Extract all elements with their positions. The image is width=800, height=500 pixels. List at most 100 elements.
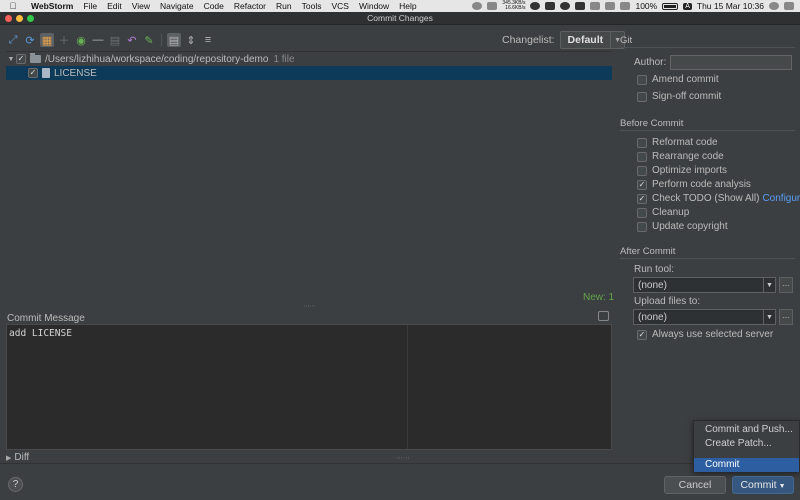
reformat-code-option[interactable]: Reformat code bbox=[637, 137, 718, 148]
wifi-icon[interactable] bbox=[605, 2, 616, 10]
input-source-indicator[interactable]: A bbox=[683, 2, 692, 10]
expand-arrow-icon[interactable]: ▼ bbox=[6, 56, 16, 63]
shelve-icon[interactable]: ▤ bbox=[108, 33, 122, 47]
status-app-icon[interactable] bbox=[472, 2, 483, 10]
run-tool-select[interactable]: (none) ▼ bbox=[633, 277, 776, 293]
after-commit-section-title: After Commit bbox=[620, 246, 676, 257]
amend-commit-option[interactable]: Amend commit bbox=[637, 74, 719, 85]
remove-icon[interactable]: — bbox=[91, 33, 105, 47]
check-todo-checkbox[interactable]: ✓ bbox=[637, 193, 647, 204]
window-controls bbox=[5, 15, 34, 22]
volume-icon[interactable] bbox=[620, 2, 631, 10]
run-tool-browse-button[interactable]: ... bbox=[779, 277, 793, 293]
file-name: LICENSE bbox=[54, 67, 97, 79]
upload-server-select[interactable]: (none) ▼ bbox=[633, 309, 776, 325]
always-use-server-checkbox[interactable]: ✓ bbox=[637, 329, 647, 340]
perform-code-analysis-checkbox[interactable]: ✓ bbox=[637, 179, 647, 190]
apple-menu-icon[interactable]:  bbox=[0, 1, 26, 11]
chevron-down-icon[interactable]: ▼ bbox=[763, 278, 775, 292]
optimize-imports-checkbox[interactable] bbox=[637, 165, 647, 176]
group-by-icon[interactable]: ◉ bbox=[74, 33, 88, 47]
amend-commit-checkbox[interactable] bbox=[637, 74, 647, 85]
rollback-icon[interactable]: ↶ bbox=[125, 33, 139, 47]
configure-todo-link[interactable]: Configure bbox=[762, 193, 800, 204]
commit-and-push-menu-item[interactable]: Commit and Push... bbox=[694, 423, 799, 437]
rearrange-code-option[interactable]: Rearrange code bbox=[637, 151, 724, 162]
show-directories-icon[interactable]: ▤ bbox=[167, 33, 181, 47]
commit-message-input[interactable]: add LICENSE bbox=[7, 325, 407, 449]
menu-code[interactable]: Code bbox=[199, 1, 229, 11]
run-tool-value: (none) bbox=[638, 279, 667, 291]
move-to-changelist-icon[interactable]: ▦ bbox=[40, 33, 54, 47]
author-input[interactable] bbox=[670, 55, 792, 70]
menu-window[interactable]: Window bbox=[354, 1, 394, 11]
reformat-code-checkbox[interactable] bbox=[637, 137, 647, 148]
menu-run[interactable]: Run bbox=[271, 1, 297, 11]
cleanup-checkbox[interactable] bbox=[637, 207, 647, 218]
update-copyright-option[interactable]: Update copyright bbox=[637, 221, 728, 232]
status-app-icon[interactable] bbox=[575, 2, 586, 10]
tree-file-row[interactable]: ✓ LICENSE bbox=[6, 66, 612, 80]
menu-help[interactable]: Help bbox=[394, 1, 421, 11]
menu-file[interactable]: File bbox=[78, 1, 102, 11]
menu-vcs[interactable]: VCS bbox=[326, 1, 353, 11]
status-app-icon[interactable] bbox=[545, 2, 556, 10]
changelist-combo[interactable]: Default ▼ bbox=[559, 31, 626, 49]
menu-navigate[interactable]: Navigate bbox=[155, 1, 199, 11]
check-todo-option[interactable]: ✓ Check TODO (Show All) Configure bbox=[637, 193, 800, 204]
chevron-down-icon[interactable]: ▼ bbox=[779, 483, 786, 490]
app-menu[interactable]: WebStorm bbox=[26, 1, 78, 11]
edit-source-icon[interactable]: ✎ bbox=[142, 33, 156, 47]
upload-server-browse-button[interactable]: ... bbox=[779, 309, 793, 325]
wechat-icon[interactable] bbox=[530, 2, 541, 10]
add-icon[interactable]: ＋ bbox=[57, 33, 71, 47]
changes-tree[interactable]: ▼ ✓ /Users/lizhihua/workspace/coding/rep… bbox=[6, 51, 612, 289]
create-patch-menu-item[interactable]: Create Patch... bbox=[694, 437, 799, 451]
help-button[interactable]: ? bbox=[8, 477, 23, 492]
menubar-clock[interactable]: Thu 15 Mar 10:36 bbox=[697, 1, 764, 11]
status-app-icon[interactable] bbox=[560, 2, 571, 10]
battery-icon[interactable] bbox=[662, 2, 679, 10]
expand-arrow-icon[interactable]: ▶ bbox=[6, 454, 11, 462]
minimize-window-button[interactable] bbox=[16, 15, 23, 22]
refresh-icon[interactable]: ⟳ bbox=[23, 33, 37, 47]
perform-code-analysis-option[interactable]: ✓ Perform code analysis bbox=[637, 179, 751, 190]
search-icon[interactable] bbox=[769, 2, 779, 10]
commit-button[interactable]: Commit ▼ bbox=[732, 476, 794, 494]
rearrange-code-checkbox[interactable] bbox=[637, 151, 647, 162]
network-speed: 345.3KB/s 16.6KB/s bbox=[502, 1, 525, 11]
menu-view[interactable]: View bbox=[127, 1, 155, 11]
bluetooth-icon[interactable] bbox=[590, 2, 601, 10]
chevron-down-icon[interactable]: ▼ bbox=[763, 310, 775, 324]
splitter-handle[interactable]: ⋯⋯ bbox=[396, 454, 410, 462]
zoom-window-button[interactable] bbox=[27, 15, 34, 22]
file-checkbox[interactable]: ✓ bbox=[28, 68, 38, 78]
diff-toggle[interactable]: ▶ Diff bbox=[6, 452, 29, 463]
close-window-button[interactable] bbox=[5, 15, 12, 22]
optimize-imports-option[interactable]: Optimize imports bbox=[637, 165, 727, 176]
menu-list-icon[interactable] bbox=[784, 2, 794, 10]
show-diff-icon[interactable]: ⤢ bbox=[6, 33, 20, 47]
root-path: /Users/lizhihua/workspace/coding/reposit… bbox=[45, 53, 269, 65]
message-history-icon[interactable] bbox=[598, 311, 609, 321]
collapse-all-icon[interactable]: ≡ bbox=[201, 33, 215, 47]
update-copyright-checkbox[interactable] bbox=[637, 221, 647, 232]
splitter-handle[interactable]: ⋯⋯ bbox=[303, 302, 316, 310]
changelist-label: Changelist: bbox=[502, 34, 555, 46]
menu-edit[interactable]: Edit bbox=[102, 1, 127, 11]
signoff-commit-option[interactable]: Sign-off commit bbox=[637, 91, 721, 102]
tree-root-row[interactable]: ▼ ✓ /Users/lizhihua/workspace/coding/rep… bbox=[6, 52, 612, 66]
always-use-server-label: Always use selected server bbox=[652, 329, 774, 340]
upload-server-value: (none) bbox=[638, 311, 667, 323]
cancel-button[interactable]: Cancel bbox=[664, 476, 726, 494]
commit-menu-item[interactable]: Commit bbox=[694, 458, 799, 472]
expand-all-icon[interactable]: ⇕ bbox=[184, 33, 198, 47]
menu-tools[interactable]: Tools bbox=[297, 1, 327, 11]
author-label: Author: bbox=[634, 57, 667, 68]
menu-refactor[interactable]: Refactor bbox=[229, 1, 271, 11]
root-checkbox[interactable]: ✓ bbox=[16, 54, 26, 64]
status-app-icon[interactable] bbox=[487, 2, 498, 10]
always-use-server-option[interactable]: ✓ Always use selected server bbox=[637, 329, 773, 340]
cleanup-option[interactable]: Cleanup bbox=[637, 207, 689, 218]
signoff-commit-checkbox[interactable] bbox=[637, 91, 647, 102]
